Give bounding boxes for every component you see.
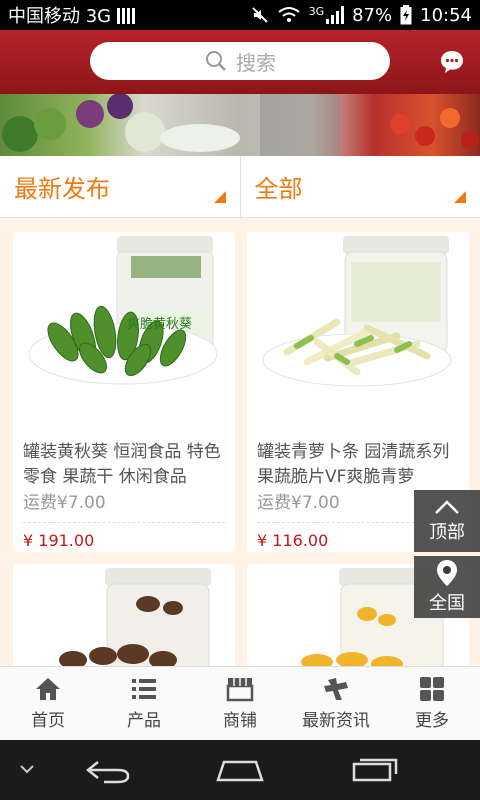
network-type-label: 3G: [308, 4, 325, 18]
product-image: [13, 564, 235, 666]
promo-banner[interactable]: [0, 94, 480, 156]
region-label: 全国: [429, 593, 465, 614]
nav-stores-label: 商铺: [223, 711, 257, 731]
wifi-icon: [277, 7, 300, 22]
system-nav-bar: [0, 740, 480, 800]
filter-bar: 最新发布 全部: [0, 156, 480, 218]
search-input[interactable]: 搜索: [90, 42, 390, 80]
bottom-nav: 首页 产品 商铺 最新资讯 更多: [0, 666, 480, 740]
product-title: 罐装青萝卜条 园清蔬系列果蔬脆片VF爽脆青萝: [257, 442, 450, 487]
product-image: [247, 232, 469, 428]
filter-category-label: 全部: [254, 175, 303, 203]
nav-news[interactable]: 最新资讯: [288, 667, 384, 740]
app-header: 搜索: [0, 30, 480, 94]
grid-icon: [420, 677, 444, 701]
signal-small-icon: [117, 6, 136, 24]
jar-label-text: 爽脆黄秋葵: [127, 317, 193, 332]
nav-home-label: 首页: [31, 711, 65, 731]
clock: 10:54: [420, 4, 472, 26]
home-button-icon[interactable]: [214, 756, 266, 784]
filter-category-dropdown[interactable]: 全部: [239, 156, 480, 217]
status-bar: 中国移动 3G 3G 87% 10:54: [0, 0, 480, 30]
product-card[interactable]: [13, 564, 235, 666]
chevron-down-icon[interactable]: [18, 762, 36, 776]
dropdown-corner-icon: [454, 191, 466, 203]
chat-bubble-icon[interactable]: [438, 48, 466, 76]
nav-products[interactable]: 产品: [96, 667, 192, 740]
product-shipping: 运费¥7.00: [23, 493, 106, 513]
mute-icon: [251, 7, 268, 23]
nav-more[interactable]: 更多: [384, 667, 480, 740]
search-icon: [206, 51, 226, 71]
home-icon: [36, 678, 60, 700]
product-image: 爽脆黄秋葵: [13, 232, 235, 428]
region-button[interactable]: 全国: [414, 556, 480, 618]
carrier-label: 中国移动 3G: [8, 6, 112, 27]
battery-icon: [400, 5, 412, 25]
cell-signal-icon: [326, 6, 345, 24]
filter-sort-dropdown[interactable]: 最新发布: [0, 156, 240, 217]
location-pin-icon: [437, 560, 457, 586]
list-icon: [132, 679, 156, 699]
battery-percent: 87%: [352, 4, 393, 26]
search-placeholder: 搜索: [236, 50, 276, 75]
nav-home[interactable]: 首页: [0, 667, 96, 740]
banner-image: [2, 94, 479, 156]
dropdown-corner-icon: [213, 191, 226, 203]
product-price: ¥ 191.00: [23, 531, 95, 550]
product-card[interactable]: 爽脆黄秋葵 罐装黄秋葵 恒润食品 特色零食 果蔬干 休闲食品 运费¥7.00 ¥…: [13, 232, 235, 552]
product-grid: 爽脆黄秋葵 罐装黄秋葵 恒润食品 特色零食 果蔬干 休闲食品 运费¥7.00 ¥…: [0, 218, 480, 666]
chevron-up-icon: [435, 500, 459, 514]
back-to-top-button[interactable]: 顶部: [414, 490, 480, 552]
store-icon: [226, 678, 254, 702]
filter-sort-label: 最新发布: [14, 175, 110, 203]
news-icon: [324, 678, 348, 700]
nav-news-label: 最新资讯: [302, 711, 370, 731]
nav-products-label: 产品: [127, 711, 161, 731]
product-title: 罐装黄秋葵 恒润食品 特色零食 果蔬干 休闲食品: [23, 442, 221, 487]
nav-more-label: 更多: [415, 711, 449, 731]
nav-stores[interactable]: 商铺: [192, 667, 288, 740]
back-icon[interactable]: [84, 756, 132, 784]
recent-apps-icon[interactable]: [350, 754, 400, 784]
back-to-top-label: 顶部: [429, 522, 465, 543]
